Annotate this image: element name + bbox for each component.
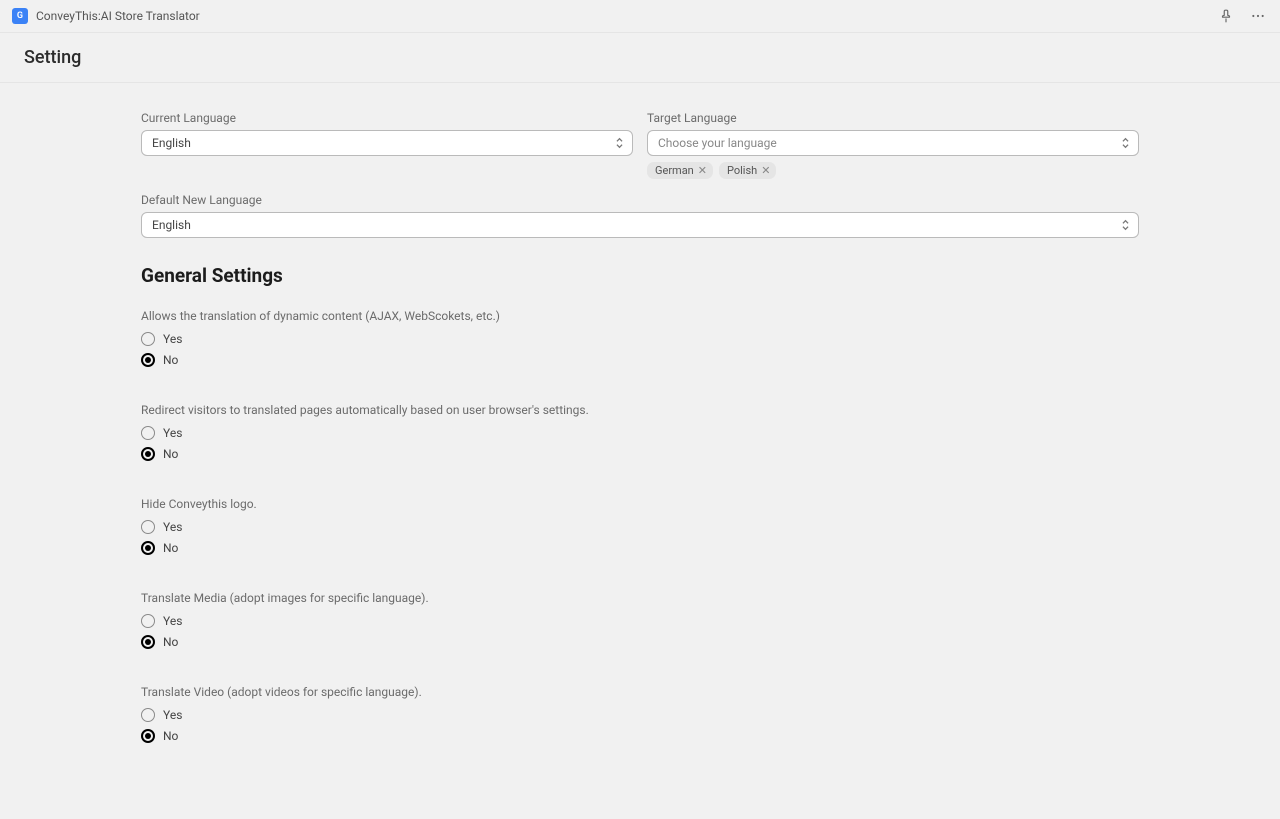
radio-icon: [141, 635, 155, 649]
language-tag: German ✕: [647, 162, 713, 179]
radio-label: No: [163, 353, 178, 367]
setting-label: Allows the translation of dynamic conten…: [141, 309, 1139, 323]
radio-icon: [141, 332, 155, 346]
radio-option[interactable]: Yes: [141, 332, 1139, 346]
radio-option[interactable]: Yes: [141, 614, 1139, 628]
radio-label: No: [163, 541, 178, 555]
language-tag-label: Polish: [727, 164, 757, 177]
language-tag-label: German: [655, 164, 694, 177]
target-language-placeholder: Choose your language: [658, 136, 777, 150]
target-language-select[interactable]: Choose your language: [647, 130, 1139, 156]
radio-icon: [141, 520, 155, 534]
radio-option[interactable]: No: [141, 729, 1139, 743]
pin-icon[interactable]: [1216, 6, 1236, 26]
app-icon: G: [12, 8, 28, 24]
default-new-language-label: Default New Language: [141, 193, 1139, 207]
page-title: Setting: [24, 47, 1256, 68]
more-icon[interactable]: [1248, 6, 1268, 26]
radio-label: Yes: [163, 332, 182, 346]
radio-label: Yes: [163, 426, 182, 440]
radio-icon: [141, 729, 155, 743]
setting-group: Translate Media (adopt images for specif…: [141, 591, 1139, 649]
setting-group: Translate Video (adopt videos for specif…: [141, 685, 1139, 743]
setting-group: Allows the translation of dynamic conten…: [141, 309, 1139, 367]
chevron-sort-icon: [1121, 137, 1130, 149]
default-new-language-select[interactable]: English: [141, 212, 1139, 238]
page-header: Setting: [0, 33, 1280, 83]
radio-label: No: [163, 447, 178, 461]
close-icon[interactable]: ✕: [698, 165, 707, 176]
radio-option[interactable]: Yes: [141, 426, 1139, 440]
radio-icon: [141, 426, 155, 440]
radio-icon: [141, 353, 155, 367]
radio-label: No: [163, 729, 178, 743]
chevron-sort-icon: [615, 137, 624, 149]
content-area: Current Language English Target Language…: [141, 83, 1139, 819]
radio-icon: [141, 614, 155, 628]
default-new-language-value: English: [152, 218, 191, 232]
setting-label: Translate Media (adopt images for specif…: [141, 591, 1139, 605]
close-icon[interactable]: ✕: [761, 165, 770, 176]
radio-option[interactable]: No: [141, 353, 1139, 367]
general-settings-heading: General Settings: [141, 264, 1139, 287]
radio-icon: [141, 541, 155, 555]
setting-label: Redirect visitors to translated pages au…: [141, 403, 1139, 417]
current-language-label: Current Language: [141, 111, 633, 125]
current-language-select[interactable]: English: [141, 130, 633, 156]
top-bar: G ConveyThis:AI Store Translator: [0, 0, 1280, 33]
radio-option[interactable]: No: [141, 541, 1139, 555]
setting-label: Hide Conveythis logo.: [141, 497, 1139, 511]
radio-label: Yes: [163, 520, 182, 534]
language-tag: Polish ✕: [719, 162, 776, 179]
current-language-value: English: [152, 136, 191, 150]
target-language-tags: German ✕ Polish ✕: [647, 162, 1139, 179]
setting-label: Translate Video (adopt videos for specif…: [141, 685, 1139, 699]
radio-option[interactable]: Yes: [141, 520, 1139, 534]
radio-option[interactable]: No: [141, 447, 1139, 461]
radio-icon: [141, 447, 155, 461]
radio-label: No: [163, 635, 178, 649]
app-title: ConveyThis:AI Store Translator: [36, 9, 200, 23]
radio-label: Yes: [163, 614, 182, 628]
target-language-label: Target Language: [647, 111, 1139, 125]
radio-option[interactable]: No: [141, 635, 1139, 649]
chevron-sort-icon: [1121, 219, 1130, 231]
setting-group: Redirect visitors to translated pages au…: [141, 403, 1139, 461]
setting-group: Hide Conveythis logo. Yes No: [141, 497, 1139, 555]
